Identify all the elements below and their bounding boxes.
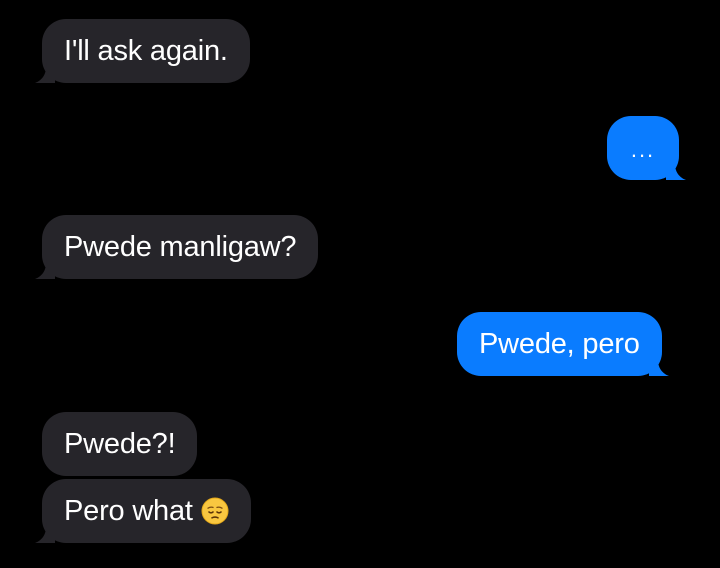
sent-message-bubble[interactable]: ... [607, 116, 686, 180]
sent-message-bubble[interactable]: Pwede, pero [457, 312, 669, 376]
message-text: ... [630, 137, 656, 162]
received-message-bubble[interactable]: I'll ask again. [35, 19, 250, 83]
message-thread: I'll ask again. ... Pwede manligaw? Pwed… [0, 0, 720, 568]
received-message-bubble[interactable]: Pwede manligaw? [35, 215, 319, 279]
bubble-tail [648, 356, 669, 376]
message-text: Pwede?! [64, 427, 176, 460]
pensive-face-emoji [201, 497, 229, 525]
message-text: I'll ask again. [64, 34, 228, 67]
received-message-bubble[interactable]: Pwede?! [42, 412, 198, 476]
received-message-bubble[interactable]: Pero what [35, 479, 251, 543]
bubble-tail [666, 160, 686, 180]
bubble-tail [35, 523, 55, 543]
message-text: Pwede manligaw? [64, 230, 297, 263]
bubble-tail [35, 63, 55, 83]
message-text: Pero what [64, 494, 193, 527]
message-text: Pwede, pero [479, 327, 640, 360]
bubble-tail [35, 259, 55, 279]
